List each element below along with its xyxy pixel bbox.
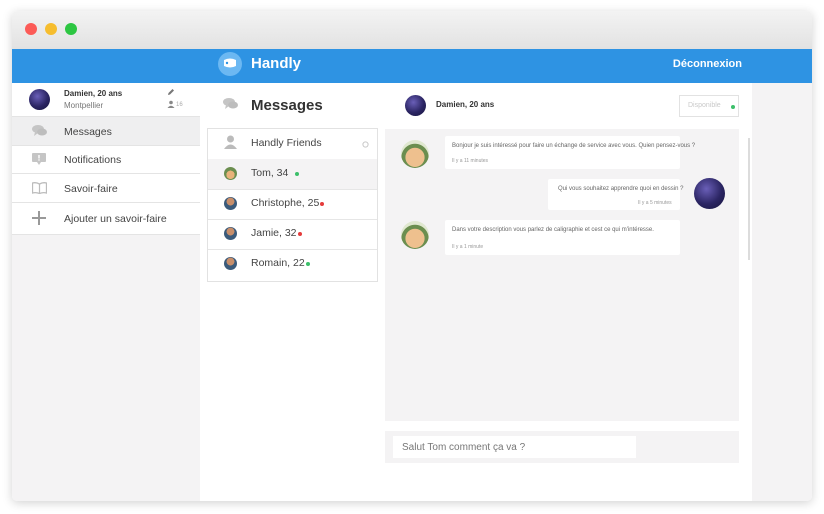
contact-item-jamie[interactable]: Jamie, 32: [208, 219, 377, 250]
maximize-window-button[interactable]: [65, 23, 77, 35]
sidebar-item-label: Savoir-faire: [64, 183, 118, 195]
message-text: Dans votre description vous parlez de ca…: [452, 227, 654, 233]
sidebar-item-savoir-faire[interactable]: Savoir-faire: [12, 174, 200, 203]
message-time: Il y a 11 minutes: [452, 158, 489, 164]
logout-button[interactable]: Déconnexion: [673, 58, 742, 70]
profile-name: Damien, 20 ans: [64, 89, 123, 98]
chat-bubbles-icon: [223, 98, 238, 109]
offline-status-dot: [298, 232, 302, 236]
availability-status[interactable]: Disponible: [679, 95, 739, 117]
sidebar-item-label: Messages: [64, 126, 112, 138]
avatar: [401, 221, 429, 249]
pencil-icon[interactable]: [167, 88, 175, 96]
sidebar-item-add-savoir-faire[interactable]: Ajouter un savoir-faire: [12, 203, 200, 235]
message-time: Il y a 1 minute: [452, 244, 484, 250]
plus-icon: [32, 211, 46, 225]
chat-bubbles-icon: [32, 125, 47, 136]
minimize-window-button[interactable]: [45, 23, 57, 35]
contact-item-christophe[interactable]: Christophe, 25: [208, 189, 377, 220]
chat-scrollbar[interactable]: [748, 138, 750, 260]
message-bubble: Dans votre description vous parlez de ca…: [445, 220, 680, 255]
status-label: Disponible: [688, 102, 721, 109]
profile-card[interactable]: Damien, 20 ans Montpellier 16: [12, 83, 200, 117]
user-icon: [224, 135, 237, 149]
right-gutter: [752, 83, 812, 501]
avatar: [224, 167, 237, 180]
avatar: [224, 227, 237, 240]
chat-partner-name: Damien, 20 ans: [436, 100, 495, 109]
brand-name[interactable]: Handly: [251, 55, 301, 72]
offline-status-dot: [320, 202, 324, 206]
contact-group-label: Handly Friends: [251, 137, 322, 149]
window-titlebar: [12, 11, 812, 50]
avatar: [224, 257, 237, 270]
notification-icon: [32, 153, 46, 165]
profile-city: Montpellier: [64, 101, 104, 110]
contact-list: Handly Friends Tom, 34 Christophe, 25 Ja…: [207, 128, 378, 282]
user-icon: [167, 100, 175, 108]
profile-count: 16: [176, 102, 183, 108]
avatar: [694, 178, 725, 209]
sidebar: Damien, 20 ans Montpellier 16 Messages N…: [12, 83, 200, 501]
message-time: Il y a 5 minutes: [638, 200, 672, 206]
app-header: Handly Déconnexion: [12, 49, 812, 83]
page-title: Messages: [251, 97, 323, 114]
avatar: [224, 197, 237, 210]
avatar[interactable]: [405, 95, 426, 116]
online-status-dot: [731, 105, 735, 109]
sidebar-item-notifications[interactable]: Notifications: [12, 146, 200, 174]
close-window-button[interactable]: [25, 23, 37, 35]
message-text: Qui vous souhaitez apprendre quoi en des…: [558, 186, 684, 192]
contact-item-tom[interactable]: Tom, 34: [208, 159, 377, 190]
settings-icon[interactable]: [362, 141, 369, 148]
avatar: [401, 140, 429, 168]
message-text: Bonjour je suis intéressé pour faire un …: [452, 143, 696, 149]
message-input[interactable]: [393, 436, 636, 458]
contact-item-romain[interactable]: Romain, 22: [208, 249, 377, 279]
contact-name: Christophe, 25: [251, 197, 320, 209]
contact-group-header[interactable]: Handly Friends: [208, 129, 377, 160]
contact-name: Tom, 34: [251, 167, 289, 179]
sidebar-item-label: Notifications: [64, 154, 122, 166]
contact-name: Jamie, 32: [251, 227, 297, 239]
app-window: Handly Déconnexion Damien, 20 ans Montpe…: [12, 11, 812, 501]
sidebar-item-messages[interactable]: Messages: [12, 117, 200, 146]
sidebar-item-label: Ajouter un savoir-faire: [64, 213, 167, 225]
chat-thread: Bonjour je suis intéressé pour faire un …: [385, 129, 739, 421]
book-icon: [32, 182, 47, 194]
handly-logo-icon[interactable]: [218, 52, 242, 76]
contact-name: Romain, 22: [251, 257, 305, 269]
message-bubble: Qui vous souhaitez apprendre quoi en des…: [548, 179, 684, 210]
online-status-dot: [295, 172, 299, 176]
message-bubble: Bonjour je suis intéressé pour faire un …: [445, 136, 695, 169]
avatar[interactable]: [29, 89, 50, 110]
online-status-dot: [306, 262, 310, 266]
